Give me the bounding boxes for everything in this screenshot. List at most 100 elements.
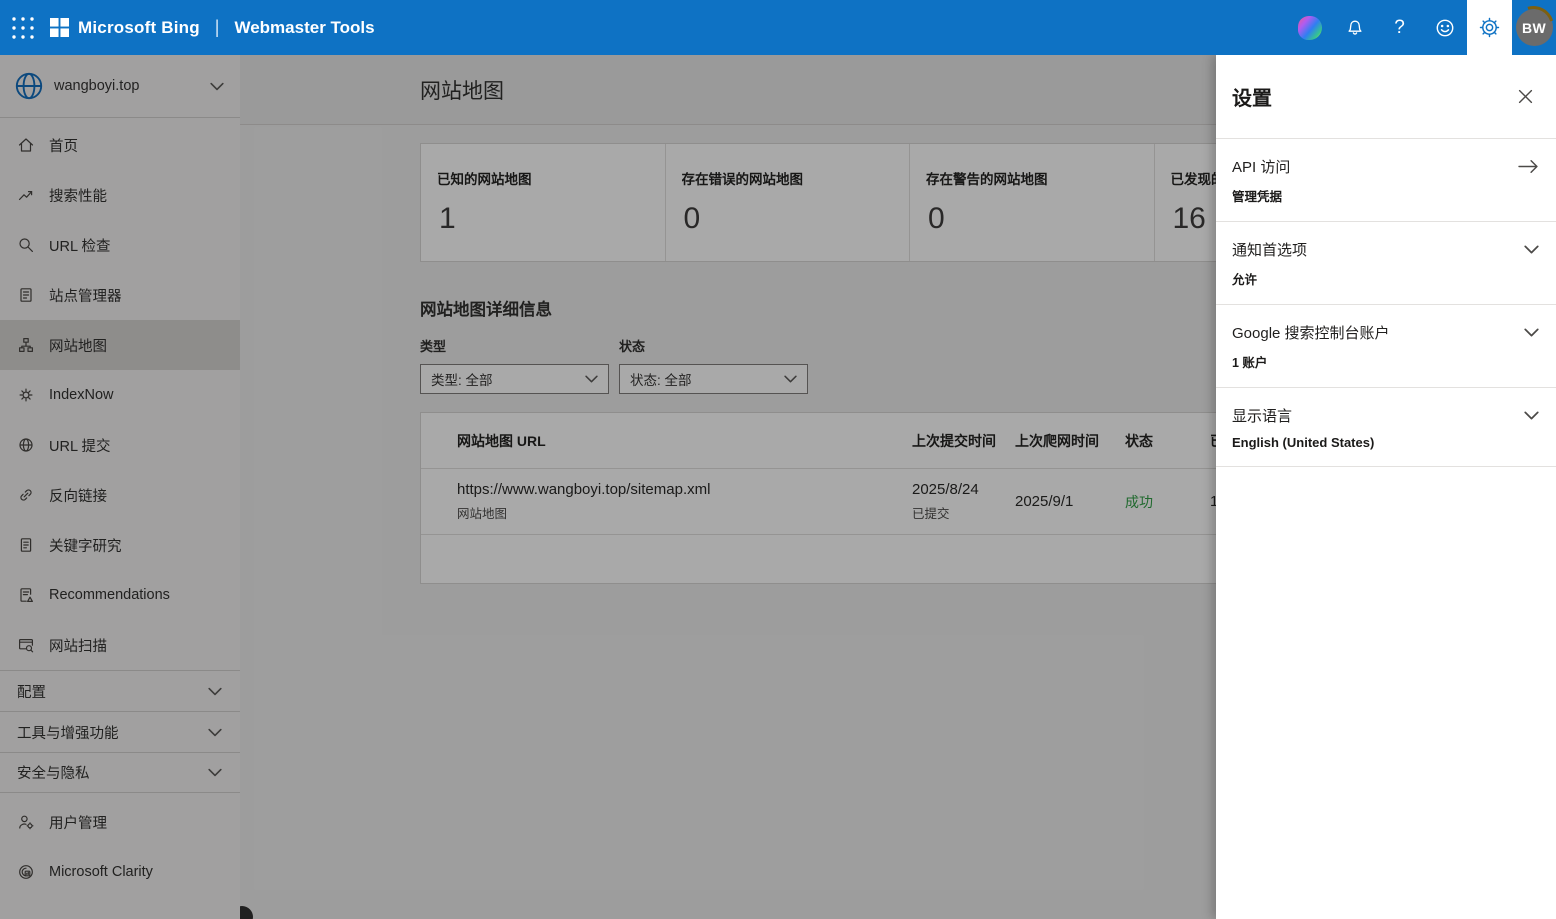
chevron-down-icon xyxy=(208,768,222,777)
section-subtitle: 允许 xyxy=(1232,273,1258,287)
close-button[interactable] xyxy=(1511,83,1539,111)
section-title: 通知首选项 xyxy=(1232,242,1308,259)
copilot-icon xyxy=(1297,15,1322,40)
settings-section-api-access[interactable]: API 访问 管理凭据 xyxy=(1216,139,1556,222)
sidebar-item-label: 网站地图 xyxy=(49,338,107,355)
sidebar-group-security-privacy[interactable]: 安全与隐私 xyxy=(0,752,240,793)
sitemap-url[interactable]: https://www.wangboyi.top/sitemap.xml xyxy=(457,481,912,498)
sidebar-item-indexnow[interactable]: IndexNow xyxy=(0,370,240,420)
smiley-icon xyxy=(1436,19,1453,36)
gear-icon xyxy=(1479,17,1500,38)
sidebar-item-sitemaps[interactable]: 网站地图 xyxy=(0,320,240,370)
copilot-button[interactable] xyxy=(1287,0,1332,55)
type-filter-dropdown[interactable]: 类型: 全部 xyxy=(420,364,609,394)
settings-section-display-language[interactable]: 显示语言 English (United States) xyxy=(1216,388,1556,467)
keyword-document-icon xyxy=(20,538,32,552)
stat-value: 1 xyxy=(439,202,456,235)
chevron-down-icon xyxy=(784,375,797,383)
stat-label: 已知的网站地图 xyxy=(437,172,532,187)
brand[interactable]: Microsoft Bing | Webmaster Tools xyxy=(50,17,375,38)
sidebar-item-backlinks[interactable]: 反向链接 xyxy=(0,470,240,520)
site-scan-icon xyxy=(19,639,34,653)
sidebar-item-label: 搜索性能 xyxy=(49,188,107,205)
section-subtitle: 管理凭据 xyxy=(1232,190,1283,204)
sidebar-item-url-inspection[interactable]: URL 检查 xyxy=(0,220,240,270)
stat-card-sitemaps-with-warnings: 存在警告的网站地图 0 xyxy=(910,144,1155,261)
stat-value: 0 xyxy=(928,202,945,235)
section-title: API 访问 xyxy=(1232,159,1291,176)
notifications-button[interactable] xyxy=(1332,0,1377,55)
col-sitemap-url: 网站地图 URL xyxy=(457,432,546,449)
stat-card-known-sitemaps: 已知的网站地图 1 xyxy=(421,144,666,261)
sidebar-item-microsoft-clarity[interactable]: Microsoft Clarity xyxy=(0,847,240,897)
recommendations-icon xyxy=(20,588,33,602)
sidebar-item-site-explorer[interactable]: 站点管理器 xyxy=(0,270,240,320)
sidebar-group-configuration[interactable]: 配置 xyxy=(0,670,240,711)
site-name: wangboyi.top xyxy=(54,78,140,94)
sidebar-item-label: URL 检查 xyxy=(49,238,111,255)
arrow-right-icon xyxy=(1518,159,1538,174)
section-subtitle: English (United States) xyxy=(1232,435,1375,450)
settings-title: 设置 xyxy=(1232,88,1272,110)
site-selector[interactable]: wangboyi.top xyxy=(0,55,240,118)
sidebar-item-search-performance[interactable]: 搜索性能 xyxy=(0,170,240,220)
brand-name: Microsoft Bing xyxy=(78,17,200,37)
col-last-crawled: 上次爬网时间 xyxy=(1015,432,1099,449)
section-subtitle: 1 账户 xyxy=(1232,356,1268,370)
chevron-down-icon xyxy=(208,728,222,736)
avatar: BW xyxy=(1515,9,1553,46)
stat-label: 存在错误的网站地图 xyxy=(681,172,804,187)
link-icon xyxy=(20,489,32,501)
stat-value: 0 xyxy=(683,202,701,235)
bell-icon xyxy=(1347,20,1362,35)
submitted-status: 已提交 xyxy=(912,507,950,521)
sidebar-item-keyword-research[interactable]: 关键字研究 xyxy=(0,520,240,570)
trend-icon xyxy=(18,191,33,201)
sidebar-item-label: 首页 xyxy=(49,138,78,155)
microsoft-logo-icon xyxy=(50,18,69,37)
status-badge: 成功 xyxy=(1125,493,1153,510)
settings-button[interactable] xyxy=(1467,0,1512,55)
last-submitted-date: 2025/8/24 xyxy=(912,481,979,498)
sidebar-item-home[interactable]: 首页 xyxy=(0,120,240,170)
chevron-down-icon xyxy=(1524,245,1539,254)
filter-status-label: 状态 xyxy=(619,339,646,354)
stat-card-sitemaps-with-errors: 存在错误的网站地图 0 xyxy=(666,144,910,261)
sidebar-group-label: 配置 xyxy=(17,684,46,701)
status-filter-value: 状态: 全部 xyxy=(630,373,692,388)
app-launcher-icon[interactable] xyxy=(0,0,46,55)
section-title: Google 搜索控制台账户 xyxy=(1232,325,1390,342)
help-button[interactable]: ? xyxy=(1377,0,1422,55)
chevron-down-icon xyxy=(1524,328,1539,337)
settings-section-notification-preferences[interactable]: 通知首选项 允许 xyxy=(1216,222,1556,305)
question-mark-icon: ? xyxy=(1394,16,1405,38)
sidebar: wangboyi.top 首页 搜索性能 URL 检查 站点管理器 网站地图 I… xyxy=(0,55,240,919)
sidebar-item-label: 网站扫描 xyxy=(49,638,107,655)
settings-panel: 设置 API 访问 管理凭据 通知首选项 允许 Google 搜索控制台账户 1… xyxy=(1216,55,1556,919)
sidebar-item-url-submission[interactable]: URL 提交 xyxy=(0,420,240,470)
feedback-button[interactable] xyxy=(1422,0,1467,55)
account-avatar[interactable]: BW xyxy=(1505,0,1556,55)
status-filter-dropdown[interactable]: 状态: 全部 xyxy=(619,364,808,394)
sidebar-item-user-management[interactable]: 用户管理 xyxy=(0,797,240,847)
close-icon xyxy=(1518,89,1532,104)
chevron-down-icon xyxy=(208,687,222,695)
filter-type-label: 类型 xyxy=(420,339,447,354)
sidebar-group-label: 工具与增强功能 xyxy=(17,725,119,742)
settings-section-google-search-console-accounts[interactable]: Google 搜索控制台账户 1 账户 xyxy=(1216,305,1556,388)
indexnow-gear-icon xyxy=(19,388,33,402)
sidebar-item-recommendations[interactable]: Recommendations xyxy=(0,570,240,620)
page-title: 网站地图 xyxy=(420,79,504,103)
col-last-submitted: 上次提交时间 xyxy=(912,432,996,449)
home-icon xyxy=(18,138,34,152)
col-status: 状态 xyxy=(1125,432,1153,449)
clarity-icon xyxy=(19,865,33,879)
chevron-down-icon xyxy=(210,82,224,90)
globe-icon xyxy=(14,71,44,101)
sidebar-item-label: 关键字研究 xyxy=(49,538,122,555)
sidebar-item-label: 用户管理 xyxy=(49,815,107,832)
sidebar-item-site-scan[interactable]: 网站扫描 xyxy=(0,620,240,670)
settings-panel-header: 设置 xyxy=(1216,55,1556,139)
sidebar-group-tools-enhancements[interactable]: 工具与增强功能 xyxy=(0,711,240,752)
chevron-down-icon xyxy=(1524,411,1539,420)
